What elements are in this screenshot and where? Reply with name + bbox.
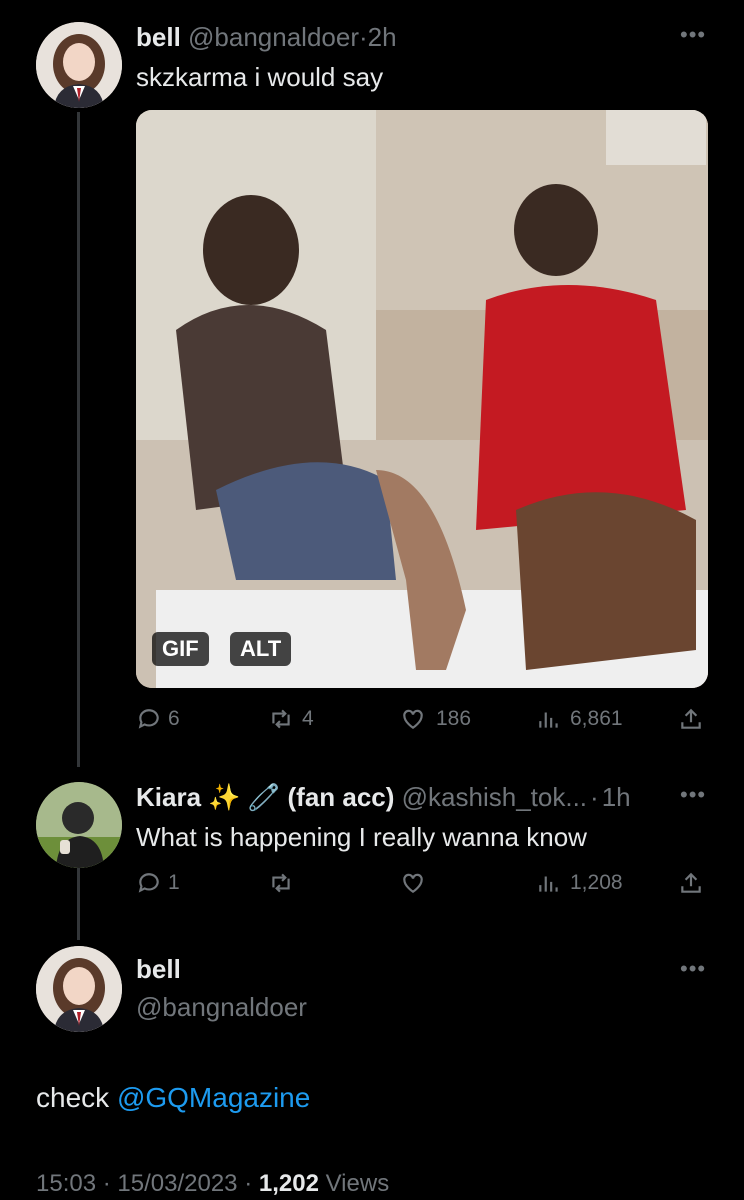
author-handle[interactable]: @bangnaldoer (136, 992, 307, 1023)
share-button[interactable] (678, 870, 704, 896)
tweet-text: check (36, 1082, 110, 1113)
separator-dot: · (102, 1170, 111, 1197)
views-label: Views (325, 1170, 390, 1197)
gif-scene-image (136, 110, 708, 688)
views-count: 1,208 (570, 871, 623, 894)
timestamp[interactable]: 2h (368, 22, 397, 52)
author-handle[interactable]: @kashish_tok... (402, 782, 587, 812)
more-horizontal-icon[interactable]: ••• (680, 956, 706, 982)
author-name[interactable]: bell (136, 22, 181, 52)
like-button[interactable]: 186 (400, 706, 471, 732)
retweet-icon (272, 709, 290, 729)
separator-dot: · (590, 782, 599, 812)
author-name[interactable]: bell (136, 954, 181, 985)
author-handle[interactable]: @bangnaldoer (188, 22, 359, 52)
share-icon (681, 872, 701, 893)
heart-icon (403, 709, 423, 729)
gif-badge: GIF (152, 632, 209, 666)
thread-line-1 (77, 112, 80, 767)
heart-icon (403, 873, 423, 893)
views-chart-icon (539, 876, 558, 892)
reply-count: 1 (168, 871, 180, 894)
views-button[interactable]: 1,208 (536, 870, 623, 896)
avatar-image-icon (36, 782, 122, 868)
tweet-text: skzkarma i would say (136, 62, 384, 92)
avatar[interactable] (36, 22, 122, 108)
author-name-suffix[interactable]: (fan acc) (288, 782, 395, 812)
post-date[interactable]: 15/03/2023 (117, 1170, 237, 1197)
gif-media[interactable]: GIF ALT (136, 110, 708, 688)
reply-count: 6 (168, 707, 180, 730)
post-time[interactable]: 15:03 (36, 1170, 96, 1197)
avatar-image-icon (36, 22, 122, 108)
safety-pin-icon: 🧷 (247, 782, 281, 812)
like-button[interactable] (400, 870, 426, 896)
timestamp[interactable]: 1h (602, 782, 631, 812)
views-button[interactable]: 6,861 (536, 706, 623, 732)
retweet-count: 4 (302, 707, 314, 730)
sparkles-icon: ✨ (208, 782, 241, 812)
mention-link[interactable]: @GQMagazine (117, 1082, 310, 1113)
retweet-button[interactable]: 4 (268, 706, 314, 732)
reply-button[interactable]: 6 (136, 706, 180, 732)
share-icon (681, 708, 701, 729)
more-horizontal-icon[interactable]: ••• (680, 22, 706, 48)
separator-dot: · (244, 1170, 253, 1197)
reply-icon (138, 709, 159, 729)
separator-dot: · (359, 22, 368, 52)
avatar[interactable] (36, 946, 122, 1032)
alt-badge[interactable]: ALT (230, 632, 292, 666)
views-total: 1,202 (258, 1170, 319, 1197)
more-horizontal-icon[interactable]: ••• (680, 782, 706, 808)
retweet-icon (272, 873, 290, 893)
like-count: 186 (436, 707, 472, 730)
reply-button[interactable]: 1 (136, 870, 180, 896)
views-count: 6,861 (570, 707, 623, 730)
views-chart-icon (539, 712, 558, 728)
avatar[interactable] (36, 782, 122, 868)
tweet-text: What is happening I really wanna know (136, 822, 587, 852)
share-button[interactable] (678, 706, 704, 732)
avatar-image-icon (36, 946, 122, 1032)
author-name[interactable]: Kiara (136, 782, 201, 812)
retweet-button[interactable] (268, 870, 294, 896)
reply-icon (138, 873, 159, 893)
